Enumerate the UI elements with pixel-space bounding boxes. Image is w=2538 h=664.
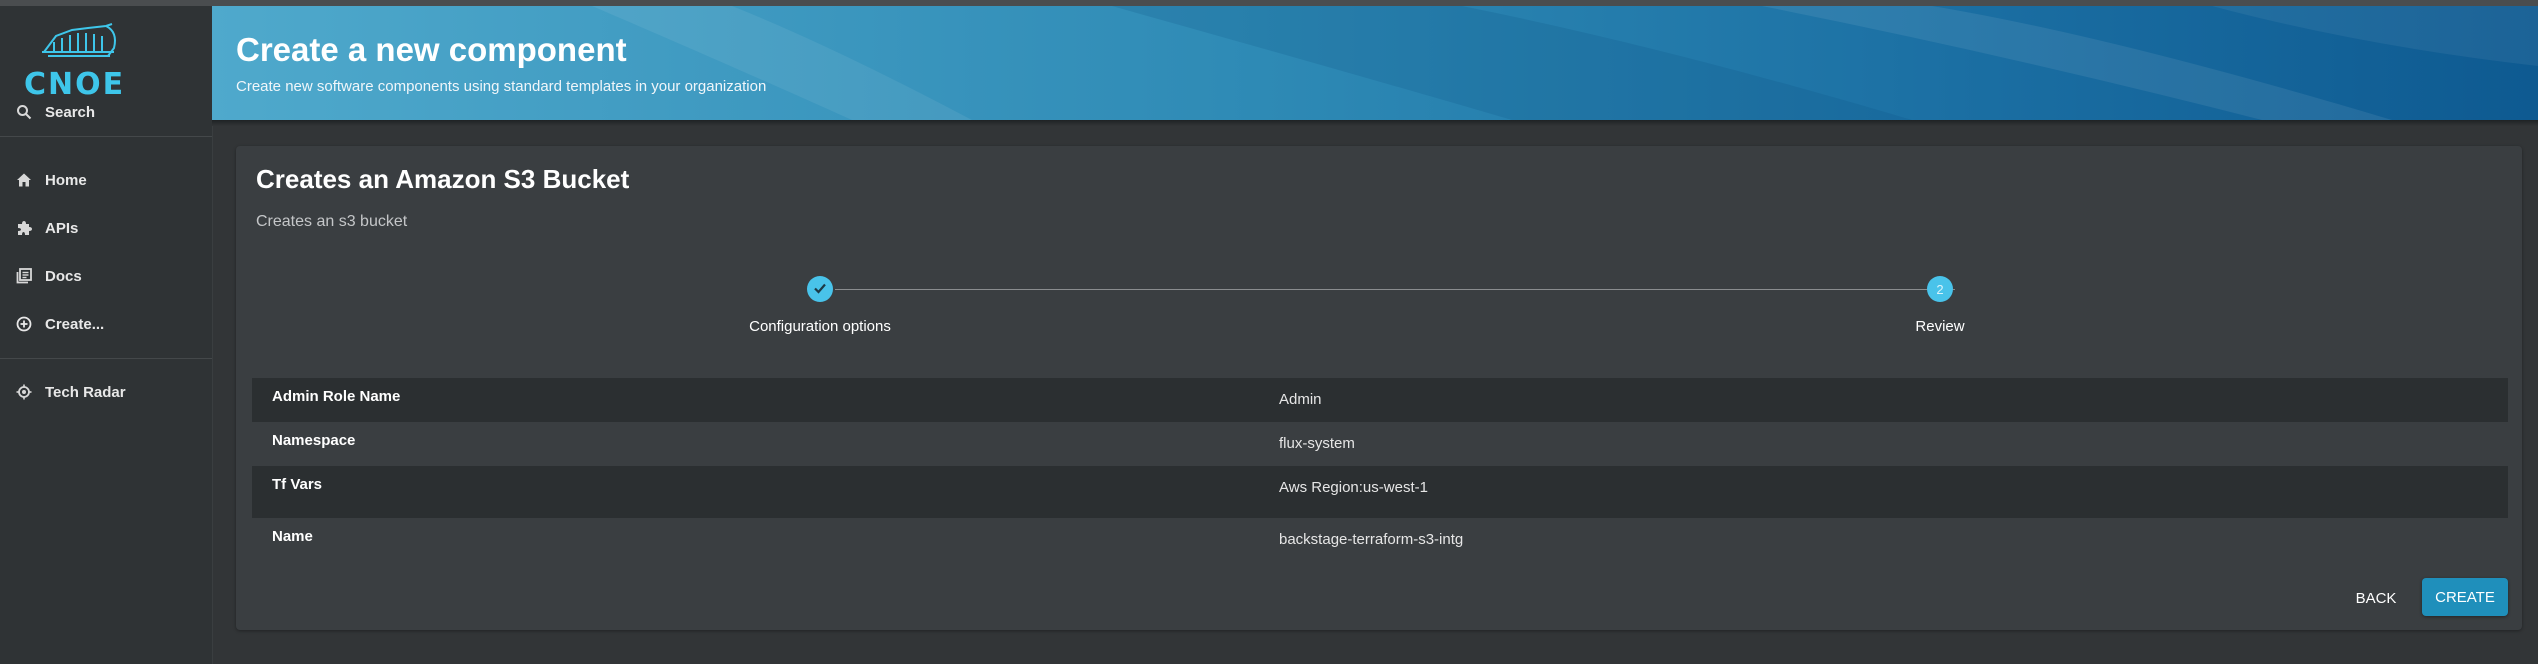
- review-key: Admin Role Name: [272, 388, 401, 405]
- sidebar-item-tech-radar[interactable]: Tech Radar: [0, 372, 212, 412]
- sidebar: CNOE Search Home APIs Docs Create... Tec…: [0, 6, 213, 664]
- cnoe-logo[interactable]: CNOE: [22, 22, 134, 102]
- check-icon: [813, 281, 827, 298]
- home-icon: [15, 171, 33, 189]
- page-title: Create a new component: [236, 31, 627, 68]
- radar-icon: [15, 383, 33, 401]
- step-1-completed[interactable]: [807, 276, 833, 302]
- table-row: Name backstage-terraform-s3-intg: [252, 518, 2508, 562]
- sidebar-search[interactable]: Search: [0, 94, 212, 130]
- header-shadow: [212, 120, 2538, 126]
- sidebar-divider: [0, 136, 212, 137]
- library-icon: [15, 267, 33, 285]
- sidebar-item-label: Home: [45, 171, 87, 189]
- review-value: backstage-terraform-s3-intg: [1279, 531, 1464, 548]
- puzzle-icon: [15, 219, 33, 237]
- sidebar-item-label: Create...: [45, 315, 105, 333]
- review-key: Tf Vars: [272, 476, 323, 493]
- template-description: Creates an s3 bucket: [256, 213, 408, 230]
- step-2-number: 2: [1936, 281, 1944, 297]
- sidebar-item-create[interactable]: Create...: [0, 304, 212, 344]
- sidebar-item-label: Docs: [45, 267, 82, 285]
- page-header: Create a new component Create new softwa…: [212, 6, 2538, 120]
- search-icon: [15, 103, 33, 121]
- add-circle-icon: [15, 315, 33, 333]
- sidebar-search-label: Search: [45, 103, 96, 121]
- table-row: Admin Role Name Admin: [252, 378, 2508, 422]
- step-2-active: 2: [1927, 276, 1953, 302]
- table-row: Namespace flux-system: [252, 422, 2508, 466]
- review-key: Name: [272, 528, 313, 545]
- review-value: Admin: [1279, 391, 1322, 408]
- sidebar-item-apis[interactable]: APIs: [0, 208, 212, 248]
- create-button[interactable]: CREATE: [2422, 578, 2508, 616]
- sidebar-divider: [0, 358, 212, 359]
- step-1-label: Configuration options: [749, 318, 891, 335]
- sidebar-item-label: APIs: [45, 219, 79, 237]
- review-value: flux-system: [1279, 435, 1355, 452]
- sidebar-item-home[interactable]: Home: [0, 160, 212, 200]
- step-2-label: Review: [1915, 318, 1965, 335]
- review-key: Namespace: [272, 432, 356, 449]
- sidebar-item-label: Tech Radar: [45, 383, 126, 401]
- table-row: Tf Vars Aws Region:us-west-1: [252, 466, 2508, 518]
- template-card: Creates an Amazon S3 Bucket Creates an s…: [236, 146, 2522, 630]
- stepper-connector: [835, 289, 1955, 290]
- review-value: Aws Region:us-west-1: [1279, 479, 1428, 496]
- sidebar-item-docs[interactable]: Docs: [0, 256, 212, 296]
- back-button[interactable]: BACK: [2341, 580, 2411, 616]
- page-subtitle: Create new software components using sta…: [236, 78, 767, 95]
- template-title: Creates an Amazon S3 Bucket: [256, 164, 630, 194]
